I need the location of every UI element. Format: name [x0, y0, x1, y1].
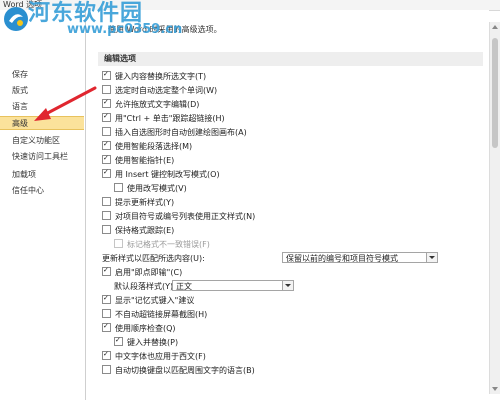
option-ctrl-click-hyperlink[interactable]: 用"Ctrl + 单击"跟踪超链接(H)	[102, 113, 225, 124]
option-no-screenshot-hyperlink[interactable]: 不自动超链接屏幕截图(H)	[102, 309, 207, 320]
option-insert-key-overtype[interactable]: 用 Insert 键控制改写模式(O)	[102, 169, 220, 180]
option-click-and-type[interactable]: 启用"即点即输"(C)	[102, 267, 182, 278]
update-style-label: 更新样式以匹配所选内容(U):	[102, 254, 205, 263]
option-drag-and-drop[interactable]: 允许拖放式文字编辑(D)	[102, 99, 199, 110]
checkbox[interactable]	[102, 127, 111, 136]
checkbox[interactable]	[102, 267, 111, 276]
option-keep-track-formatting[interactable]: 保持格式跟踪(E)	[102, 225, 174, 236]
checkbox[interactable]	[102, 225, 111, 234]
update-style-select[interactable]: 保留以前的编号和项目符号模式	[282, 252, 438, 263]
checkbox[interactable]	[102, 197, 111, 206]
checkbox[interactable]	[102, 141, 111, 150]
checkbox[interactable]	[102, 365, 111, 374]
option-type-and-replace[interactable]: 键入并替换(P)	[114, 337, 178, 348]
checkbox[interactable]	[102, 169, 111, 178]
checkbox[interactable]	[102, 71, 111, 80]
checkbox[interactable]	[102, 85, 111, 94]
sidebar-item-trust-center[interactable]: 信任中心	[0, 184, 84, 198]
option-mark-format-inconsistencies: 标记格式不一致错误(F)	[114, 239, 210, 250]
option-prompt-update-style[interactable]: 提示更新样式(Y)	[102, 197, 174, 208]
sidebar-item-layout[interactable]: 版式	[0, 84, 84, 98]
default-paragraph-style-label: 默认段落样式(Y):	[114, 282, 176, 291]
chevron-down-icon	[426, 253, 437, 262]
option-sequence-checking[interactable]: 使用顺序检查(Q)	[102, 323, 176, 334]
sidebar-item-save[interactable]: 保存	[0, 68, 84, 82]
scroll-up-icon[interactable]	[492, 25, 498, 29]
checkbox[interactable]	[114, 183, 123, 192]
options-sidebar: 保存 版式 语言 高级 自定义功能区 快速访问工具栏 加载项 信任中心	[0, 10, 86, 400]
option-use-overtype[interactable]: 使用改写模式(V)	[114, 183, 187, 194]
sidebar-item-advanced[interactable]: 高级	[0, 116, 84, 130]
option-auto-drawing-canvas[interactable]: 插入自选图形时自动创建绘图画布(A)	[102, 127, 247, 138]
vertical-scrollbar[interactable]	[489, 22, 500, 394]
sidebar-item-add-ins[interactable]: 加载项	[0, 168, 84, 182]
scroll-thumb[interactable]	[492, 38, 498, 148]
option-select-entire-word[interactable]: 选定时自动选定整个单词(W)	[102, 85, 217, 96]
checkbox[interactable]	[102, 309, 111, 318]
chevron-down-icon	[282, 281, 293, 290]
option-smart-paragraph-selection[interactable]: 使用智能段落选择(M)	[102, 141, 192, 152]
checkbox[interactable]	[114, 337, 123, 346]
sidebar-item-language[interactable]: 语言	[0, 100, 84, 114]
scroll-down-icon[interactable]	[492, 387, 498, 391]
watermark-url: www.pc0359.cn	[67, 22, 183, 37]
checkbox[interactable]	[102, 155, 111, 164]
checkbox[interactable]	[102, 99, 111, 108]
default-paragraph-style-select[interactable]: 正文	[172, 280, 294, 291]
option-autocomplete-suggestions[interactable]: 显示"记忆式键入"建议	[102, 295, 194, 306]
checkbox[interactable]	[102, 113, 111, 122]
checkbox[interactable]	[102, 351, 111, 360]
advanced-options-panel: 使用 Word 时采用的高级选项。 编辑选项 键入内容替换所选文字(T) 选定时…	[86, 10, 489, 394]
checkbox[interactable]	[102, 211, 111, 220]
option-chinese-font-latin[interactable]: 中文字体也应用于西文(F)	[102, 351, 206, 362]
sidebar-item-customize-ribbon[interactable]: 自定义功能区	[0, 134, 84, 148]
section-header-editing: 编辑选项	[98, 52, 483, 66]
option-typing-replaces-selection[interactable]: 键入内容替换所选文字(T)	[102, 71, 206, 82]
checkbox	[114, 239, 123, 248]
watermark-logo-icon	[4, 7, 28, 31]
option-auto-switch-keyboard[interactable]: 自动切换键盘以匹配周围文字的语言(B)	[102, 365, 255, 376]
sidebar-item-quick-access-toolbar[interactable]: 快速访问工具栏	[0, 150, 84, 164]
checkbox[interactable]	[102, 295, 111, 304]
checkbox[interactable]	[102, 323, 111, 332]
option-normal-style-lists[interactable]: 对项目符号或编号列表使用正文样式(N)	[102, 211, 255, 222]
option-smart-cursor[interactable]: 使用智能指针(E)	[102, 155, 174, 166]
